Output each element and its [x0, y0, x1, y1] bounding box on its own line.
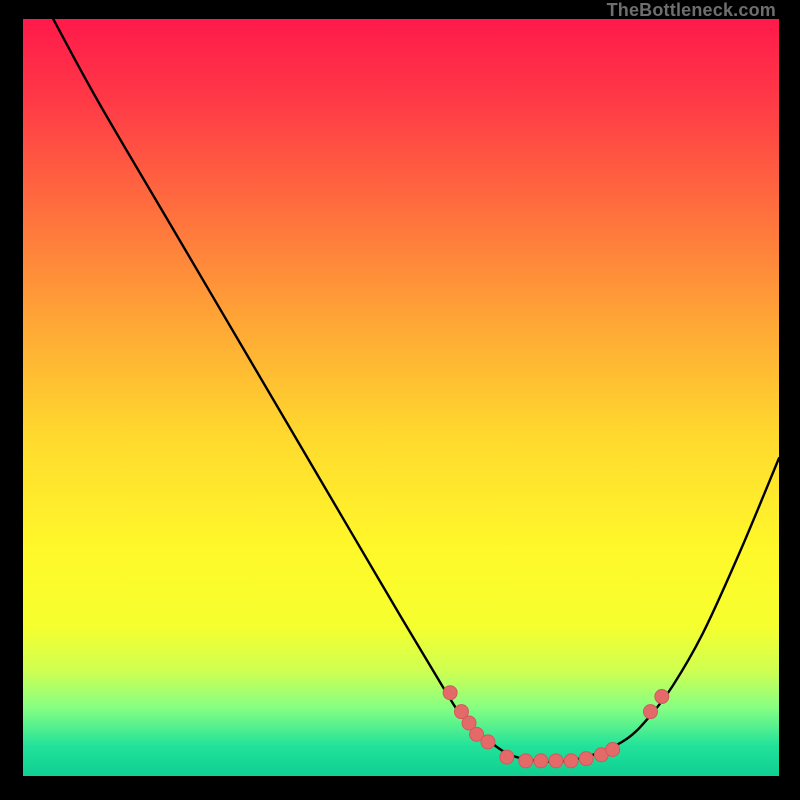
bottleneck-chart [23, 19, 779, 776]
marker-point [481, 735, 495, 749]
gradient-background [23, 19, 779, 776]
watermark-label: TheBottleneck.com [607, 0, 776, 21]
marker-point [606, 743, 620, 757]
marker-point [519, 754, 533, 768]
marker-point [443, 686, 457, 700]
marker-point [655, 690, 669, 704]
marker-point [643, 705, 657, 719]
marker-point [564, 754, 578, 768]
marker-point [549, 754, 563, 768]
marker-point [579, 752, 593, 766]
marker-point [500, 750, 514, 764]
marker-point [534, 754, 548, 768]
chart-frame [23, 19, 779, 776]
